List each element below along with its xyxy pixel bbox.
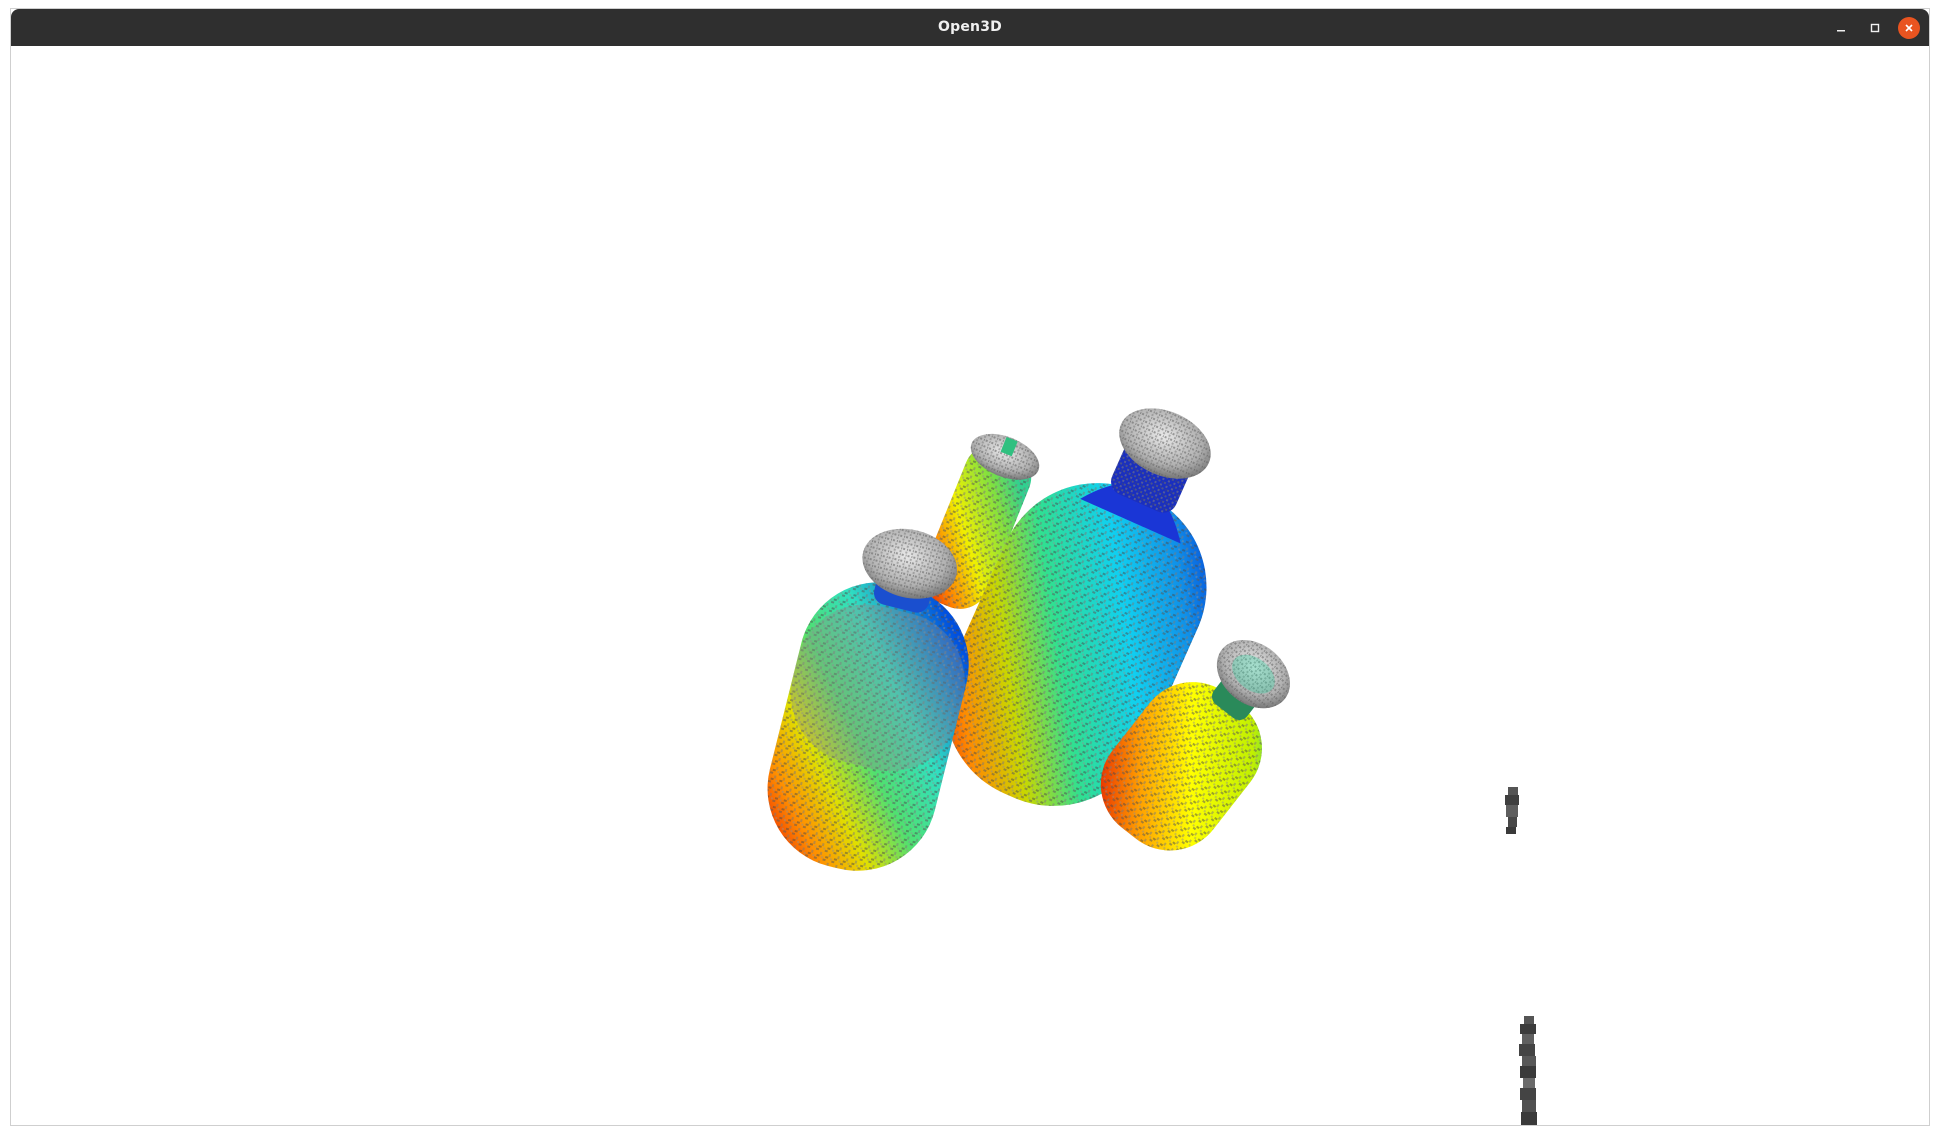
app-window: Open3D [10, 8, 1930, 1126]
close-button[interactable] [1898, 17, 1920, 39]
window-controls [1830, 17, 1920, 39]
maximize-icon [1870, 23, 1880, 33]
3d-viewport[interactable] [11, 46, 1929, 1125]
minimize-icon [1837, 30, 1845, 32]
stray-points-column [1519, 1016, 1537, 1125]
close-icon [1905, 24, 1913, 32]
window-title: Open3D [938, 19, 1002, 35]
point-cloud-scene [767, 408, 1537, 1125]
maximize-button[interactable] [1864, 17, 1886, 39]
minimize-button[interactable] [1830, 17, 1852, 39]
title-bar[interactable]: Open3D [11, 9, 1929, 46]
stray-points-small [1505, 787, 1519, 834]
